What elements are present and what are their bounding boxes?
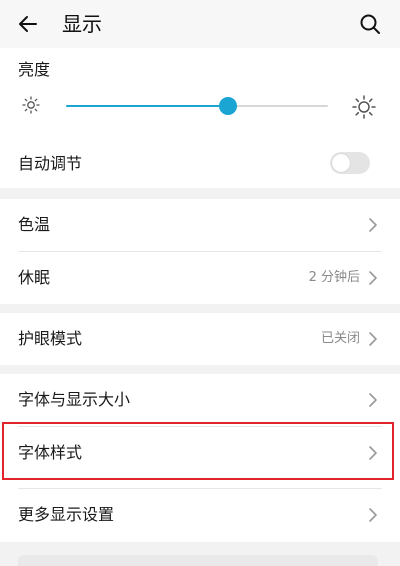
- row-value: 已关闭: [320, 331, 360, 346]
- row-font-and-display-size[interactable]: 字体与显示大小: [0, 374, 400, 426]
- chevron-right-icon: [369, 508, 377, 522]
- display-group-card: 色温 休眠 2 分钟后: [0, 199, 400, 304]
- chevron-right-icon: [369, 446, 377, 460]
- eye-comfort-card: 护眼模式 已关闭: [0, 313, 400, 365]
- chevron-right-icon: [369, 393, 377, 407]
- brightness-label: 亮度: [18, 60, 51, 79]
- top-app-bar: 显示: [0, 0, 400, 48]
- row-more-display-settings[interactable]: 更多显示设置: [0, 489, 400, 541]
- search-button[interactable]: [354, 8, 386, 40]
- row-font-style[interactable]: 字体样式: [0, 427, 400, 479]
- search-icon: [360, 14, 380, 34]
- page-title: 显示: [62, 12, 102, 36]
- arrow-left-icon: [19, 16, 37, 32]
- brightness-high-icon: [352, 95, 376, 119]
- row-label: 色温: [18, 215, 51, 234]
- row-label: 字体样式: [18, 443, 83, 462]
- toggle-knob: [332, 154, 350, 172]
- back-button[interactable]: [12, 8, 44, 40]
- chevron-right-icon: [369, 271, 377, 285]
- row-eye-comfort[interactable]: 护眼模式 已关闭: [0, 313, 400, 365]
- chevron-right-icon: [369, 332, 377, 346]
- row-label: 更多显示设置: [18, 505, 115, 524]
- brightness-low-icon: [22, 96, 40, 114]
- row-label: 字体与显示大小: [18, 390, 131, 409]
- auto-brightness-toggle[interactable]: [330, 152, 370, 174]
- row-label: 休眠: [18, 268, 51, 287]
- auto-brightness-label: 自动调节: [18, 154, 83, 173]
- row-sleep[interactable]: 休眠 2 分钟后: [0, 252, 400, 304]
- next-card-edge: [18, 555, 378, 566]
- font-group-card: 字体与显示大小 字体样式 更多显示设置: [0, 374, 400, 542]
- row-label: 护眼模式: [18, 329, 83, 348]
- row-color-temperature[interactable]: 色温: [0, 199, 400, 251]
- slider-fill: [66, 105, 229, 107]
- slider-thumb[interactable]: [219, 97, 238, 115]
- row-value: 2 分钟后: [308, 270, 360, 285]
- brightness-slider[interactable]: [66, 97, 328, 115]
- chevron-right-icon: [369, 218, 377, 232]
